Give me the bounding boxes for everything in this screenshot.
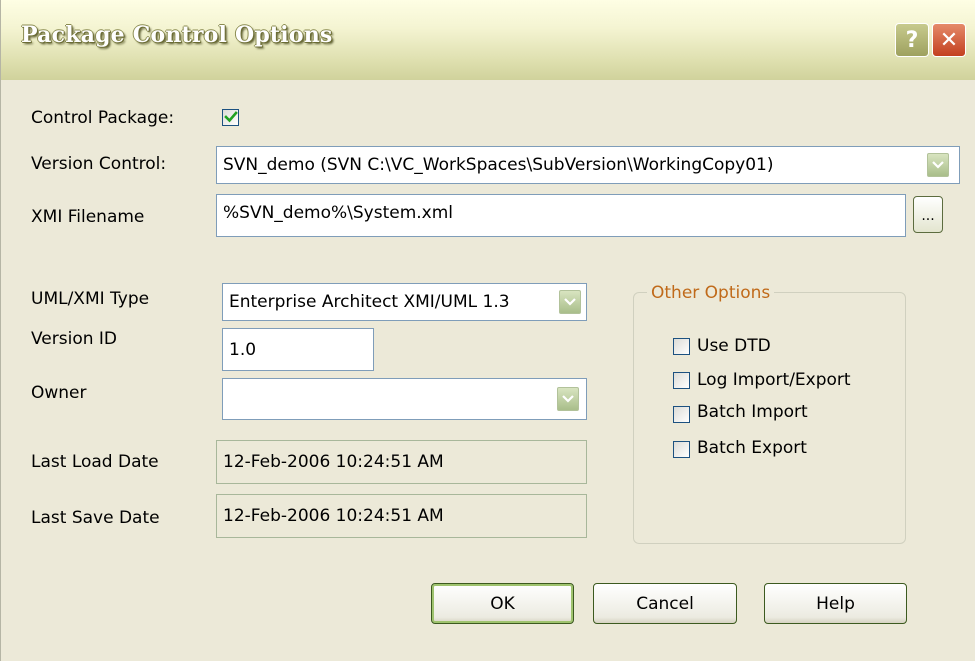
chevron-down-icon (562, 395, 574, 403)
version-control-label: Version Control: (31, 154, 167, 174)
owner-dropdown-button[interactable] (557, 387, 579, 411)
last-save-date-label: Last Save Date (31, 508, 160, 528)
owner-select[interactable] (222, 378, 587, 420)
control-package-label: Control Package: (31, 108, 175, 128)
uml-xmi-type-label: UML/XMI Type (31, 289, 150, 309)
batch-import-label: Batch Import (697, 402, 808, 422)
xmi-filename-input[interactable]: %SVN_demo%\System.xml (216, 194, 906, 237)
last-load-date-label: Last Load Date (31, 452, 159, 472)
checkmark-icon (224, 111, 238, 123)
batch-export-checkbox[interactable] (673, 441, 690, 458)
package-control-options-dialog: Package Control Options ? ✕ Control Pack… (0, 0, 975, 661)
version-id-label: Version ID (31, 329, 118, 349)
xmi-filename-label: XMI Filename (31, 207, 145, 227)
last-save-date-field: 12-Feb-2006 10:24:51 AM (216, 494, 587, 538)
log-import-export-label: Log Import/Export (697, 370, 851, 390)
use-dtd-label: Use DTD (697, 336, 771, 356)
uml-xmi-type-value: Enterprise Architect XMI/UML 1.3 (229, 292, 510, 312)
last-load-date-value: 12-Feb-2006 10:24:51 AM (223, 452, 444, 472)
cancel-button[interactable]: Cancel (593, 583, 737, 624)
browse-button[interactable]: ... (913, 196, 943, 233)
version-control-value: SVN_demo (SVN C:\VC_WorkSpaces\SubVersio… (223, 155, 774, 175)
batch-import-checkbox[interactable] (673, 406, 690, 423)
version-id-value: 1.0 (229, 339, 257, 360)
question-mark-icon: ? (905, 27, 919, 53)
last-load-date-field: 12-Feb-2006 10:24:51 AM (216, 440, 587, 484)
other-options-title: Other Options (647, 283, 775, 303)
uml-xmi-type-dropdown-button[interactable] (559, 290, 581, 314)
owner-label: Owner (31, 383, 87, 403)
xmi-filename-value: %SVN_demo%\System.xml (223, 203, 454, 223)
batch-export-label: Batch Export (697, 438, 807, 458)
last-save-date-value: 12-Feb-2006 10:24:51 AM (223, 506, 444, 526)
chevron-down-icon (564, 298, 576, 306)
version-id-input[interactable]: 1.0 (222, 328, 374, 371)
chevron-down-icon (932, 161, 944, 169)
close-icon: ✕ (939, 27, 959, 53)
ok-button[interactable]: OK (431, 583, 574, 624)
help-button[interactable]: Help (764, 583, 907, 624)
help-title-button[interactable]: ? (895, 23, 929, 57)
use-dtd-checkbox[interactable] (673, 338, 690, 355)
dialog-title: Package Control Options (21, 22, 333, 48)
uml-xmi-type-select[interactable]: Enterprise Architect XMI/UML 1.3 (222, 283, 587, 321)
close-button[interactable]: ✕ (932, 23, 966, 57)
control-package-checkbox[interactable] (222, 109, 239, 126)
version-control-select[interactable]: SVN_demo (SVN C:\VC_WorkSpaces\SubVersio… (216, 146, 960, 184)
version-control-dropdown-button[interactable] (927, 153, 949, 177)
log-import-export-checkbox[interactable] (673, 372, 690, 389)
title-bar[interactable]: Package Control Options ? ✕ (1, 0, 975, 80)
